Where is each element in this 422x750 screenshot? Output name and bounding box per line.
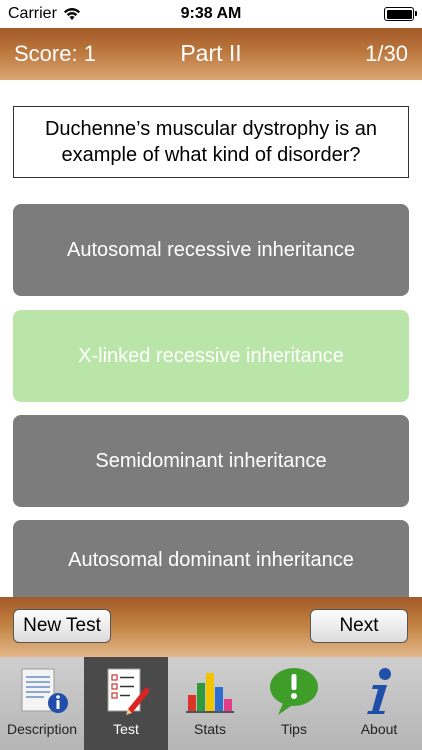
- tab-test[interactable]: Test: [84, 657, 168, 750]
- tab-label: Stats: [194, 721, 226, 737]
- answer-option-3[interactable]: Semidominant inheritance: [13, 415, 409, 507]
- answer-option-2[interactable]: X-linked recessive inheritance: [13, 310, 409, 402]
- answer-option-4[interactable]: Autosomal dominant inheritance: [13, 520, 409, 600]
- tab-label: Tips: [281, 721, 307, 737]
- page-title: Part II: [180, 40, 242, 66]
- answer-label: X-linked recessive inheritance: [78, 344, 344, 367]
- answer-option-1[interactable]: Autosomal recessive inheritance: [13, 204, 409, 296]
- test-checklist-icon: [107, 668, 150, 715]
- new-test-button[interactable]: New Test: [13, 609, 111, 643]
- about-info-icon: [367, 668, 391, 714]
- quiz-header: Score: 1 Part II 1/30: [0, 28, 422, 80]
- battery-icon: [384, 7, 417, 21]
- answer-label: Autosomal recessive inheritance: [67, 238, 355, 261]
- status-bar: Carrier 9:38 AM: [0, 0, 422, 28]
- tab-label: About: [360, 721, 398, 737]
- answer-label: Semidominant inheritance: [95, 449, 327, 472]
- tab-stats[interactable]: Stats: [168, 657, 252, 750]
- tab-about[interactable]: About: [336, 657, 422, 750]
- description-document-icon: [21, 668, 68, 713]
- question-box: Duchenne’s muscular dystrophy is an exam…: [13, 106, 409, 178]
- question-text: Duchenne’s muscular dystrophy is an exam…: [44, 118, 378, 166]
- tab-label: Test: [113, 721, 139, 737]
- next-button[interactable]: Next: [310, 609, 408, 643]
- tab-tips[interactable]: Tips: [252, 657, 336, 750]
- stats-bar-chart-icon: [186, 673, 234, 713]
- tab-description[interactable]: Description: [0, 657, 84, 750]
- answer-label: Autosomal dominant inheritance: [68, 548, 354, 571]
- tab-label: Description: [6, 721, 78, 737]
- tab-bar: Description Test Stats Tips About: [0, 657, 422, 750]
- bottom-toolbar: New Test Next: [0, 597, 422, 657]
- tips-speech-bubble-icon: [270, 668, 318, 715]
- question-progress: 1/30: [365, 41, 408, 66]
- status-time: 9:38 AM: [180, 5, 242, 22]
